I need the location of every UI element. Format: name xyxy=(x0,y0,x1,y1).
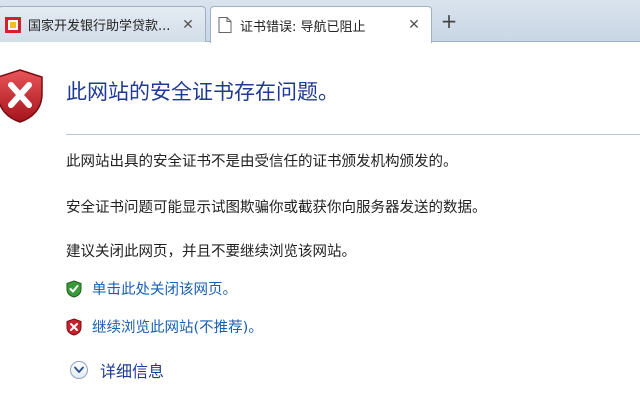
error-description: 此网站出具的安全证书不是由受信任的证书颁发机构颁发的。 xyxy=(66,154,458,170)
tab-loan[interactable]: 国家开发银行助学贷款... ✕ xyxy=(0,6,206,42)
tab-certificate-error[interactable]: 证书错误: 导航已阻止 ✕ xyxy=(210,6,432,43)
more-information-toggle[interactable]: 详细信息 xyxy=(70,358,164,382)
close-page-option[interactable]: 单击此处关闭该网页。 xyxy=(66,278,237,299)
tab-bar: 国家开发银行助学贷款... ✕ 证书错误: 导航已阻止 ✕ + xyxy=(0,0,640,43)
page-icon xyxy=(217,17,233,33)
continue-to-website-link[interactable]: 继续浏览此网站(不推荐)。 xyxy=(92,316,263,337)
tab-title: 证书错误: 导航已阻止 xyxy=(240,19,366,35)
recommendation-text: 建议关闭此网页，并且不要继续浏览该网站。 xyxy=(66,244,356,260)
close-tab-icon[interactable]: ✕ xyxy=(405,16,423,34)
new-tab-button[interactable]: + xyxy=(438,9,460,33)
site-favicon-icon xyxy=(5,16,21,33)
green-shield-check-icon xyxy=(66,279,82,298)
page-title: 此网站的安全证书存在问题。 xyxy=(66,80,339,104)
red-shield-x-small-icon xyxy=(66,317,82,336)
tab-title: 国家开发银行助学贷款... xyxy=(28,19,171,34)
close-tab-icon[interactable]: ✕ xyxy=(179,16,197,34)
details-label[interactable]: 详细信息 xyxy=(100,358,164,382)
red-shield-x-icon xyxy=(0,68,44,124)
chevron-down-icon xyxy=(70,361,88,379)
divider xyxy=(66,134,640,135)
error-risk-text: 安全证书问题可能显示试图欺骗你或截获你向服务器发送的数据。 xyxy=(66,200,487,216)
continue-option[interactable]: 继续浏览此网站(不推荐)。 xyxy=(66,316,263,337)
close-page-link[interactable]: 单击此处关闭该网页。 xyxy=(92,278,237,299)
